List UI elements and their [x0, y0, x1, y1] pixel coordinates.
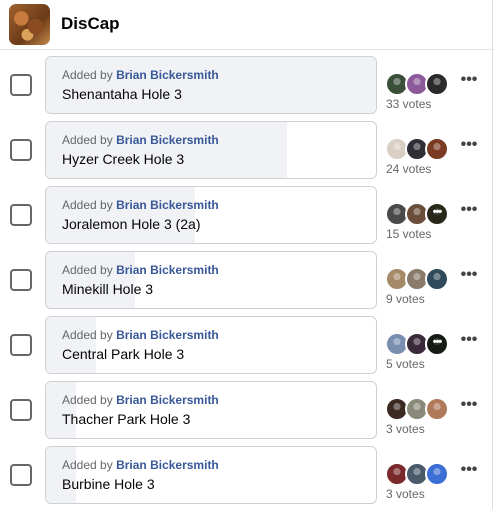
vote-checkbox[interactable]: [10, 74, 32, 96]
added-by-prefix: Added by: [62, 198, 113, 212]
more-options-icon[interactable]: •••: [458, 267, 480, 284]
vote-share-bar: [46, 447, 76, 503]
voter-avatar[interactable]: [425, 72, 449, 96]
option-label: Joralemon Hole 3 (2a): [62, 216, 201, 232]
more-options-icon[interactable]: •••: [458, 72, 480, 89]
poll-option[interactable]: Added by Brian Bickersmith Shenantaha Ho…: [45, 56, 377, 114]
added-by-line: Added by Brian Bickersmith: [62, 328, 219, 342]
poll-option-row: Added by Brian Bickersmith Joralemon Hol…: [0, 186, 494, 244]
group-icon[interactable]: [9, 4, 50, 45]
voter-avatars[interactable]: [385, 267, 451, 291]
added-by-prefix: Added by: [62, 328, 113, 342]
more-voters-overlay[interactable]: •••: [425, 332, 449, 356]
poll-option-row: Added by Brian Bickersmith Shenantaha Ho…: [0, 56, 494, 114]
vote-count[interactable]: 3 votes: [386, 422, 425, 436]
poll-option[interactable]: Added by Brian Bickersmith Hyzer Creek H…: [45, 121, 377, 179]
option-label: Hyzer Creek Hole 3: [62, 151, 185, 167]
added-by-line: Added by Brian Bickersmith: [62, 133, 219, 147]
vote-checkbox[interactable]: [10, 399, 32, 421]
author-link[interactable]: Brian Bickersmith: [116, 68, 219, 82]
option-label: Minekill Hole 3: [62, 281, 154, 297]
author-link[interactable]: Brian Bickersmith: [116, 263, 219, 277]
added-by-line: Added by Brian Bickersmith: [62, 458, 219, 472]
author-link[interactable]: Brian Bickersmith: [116, 198, 219, 212]
option-label: Shenantaha Hole 3: [62, 86, 182, 102]
vote-checkbox[interactable]: [10, 269, 32, 291]
vote-count[interactable]: 3 votes: [386, 487, 425, 501]
added-by-line: Added by Brian Bickersmith: [62, 68, 219, 82]
group-header: DisCap: [0, 0, 494, 50]
voter-avatars[interactable]: •••: [385, 202, 451, 226]
more-options-icon[interactable]: •••: [458, 332, 480, 349]
more-voters-overlay[interactable]: •••: [425, 202, 449, 226]
vote-share-bar: [46, 122, 287, 178]
added-by-prefix: Added by: [62, 133, 113, 147]
option-label: Burbine Hole 3: [62, 476, 155, 492]
added-by-line: Added by Brian Bickersmith: [62, 263, 219, 277]
vote-count[interactable]: 24 votes: [386, 162, 431, 176]
voter-avatar[interactable]: [425, 137, 449, 161]
author-link[interactable]: Brian Bickersmith: [116, 133, 219, 147]
added-by-prefix: Added by: [62, 263, 113, 277]
option-label: Thacher Park Hole 3: [62, 411, 191, 427]
poll-option[interactable]: Added by Brian Bickersmith Burbine Hole …: [45, 446, 377, 504]
added-by-prefix: Added by: [62, 458, 113, 472]
vote-count[interactable]: 9 votes: [386, 292, 425, 306]
vote-share-bar: [46, 382, 76, 438]
voter-avatars[interactable]: [385, 462, 451, 486]
more-options-icon[interactable]: •••: [458, 397, 480, 414]
voter-avatar[interactable]: [425, 267, 449, 291]
poll-option-row: Added by Brian Bickersmith Burbine Hole …: [0, 446, 494, 504]
more-options-icon[interactable]: •••: [458, 202, 480, 219]
vote-share-bar: [46, 187, 195, 243]
added-by-prefix: Added by: [62, 68, 113, 82]
poll-option-row: Added by Brian Bickersmith Thacher Park …: [0, 381, 494, 439]
author-link[interactable]: Brian Bickersmith: [116, 393, 219, 407]
vote-count[interactable]: 15 votes: [386, 227, 431, 241]
poll-option-row: Added by Brian Bickersmith Central Park …: [0, 316, 494, 374]
voter-avatars[interactable]: •••: [385, 332, 451, 356]
author-link[interactable]: Brian Bickersmith: [116, 328, 219, 342]
poll-option-row: Added by Brian Bickersmith Minekill Hole…: [0, 251, 494, 309]
poll-option[interactable]: Added by Brian Bickersmith Joralemon Hol…: [45, 186, 377, 244]
voter-avatars[interactable]: [385, 397, 451, 421]
voter-avatars[interactable]: [385, 137, 451, 161]
vote-count[interactable]: 33 votes: [386, 97, 431, 111]
voter-avatar[interactable]: [425, 462, 449, 486]
added-by-line: Added by Brian Bickersmith: [62, 198, 219, 212]
vote-share-bar: [46, 317, 96, 373]
vote-checkbox[interactable]: [10, 139, 32, 161]
author-link[interactable]: Brian Bickersmith: [116, 458, 219, 472]
vote-checkbox[interactable]: [10, 334, 32, 356]
more-options-icon[interactable]: •••: [458, 137, 480, 154]
vote-share-bar: [46, 57, 376, 113]
added-by-line: Added by Brian Bickersmith: [62, 393, 219, 407]
vote-count[interactable]: 5 votes: [386, 357, 425, 371]
vote-checkbox[interactable]: [10, 464, 32, 486]
more-options-icon[interactable]: •••: [458, 462, 480, 479]
vote-share-bar: [46, 252, 135, 308]
poll-option[interactable]: Added by Brian Bickersmith Minekill Hole…: [45, 251, 377, 309]
poll-option-row: Added by Brian Bickersmith Hyzer Creek H…: [0, 121, 494, 179]
added-by-prefix: Added by: [62, 393, 113, 407]
poll-option[interactable]: Added by Brian Bickersmith Central Park …: [45, 316, 377, 374]
vote-checkbox[interactable]: [10, 204, 32, 226]
option-label: Central Park Hole 3: [62, 346, 185, 362]
voter-avatars[interactable]: [385, 72, 451, 96]
poll-option[interactable]: Added by Brian Bickersmith Thacher Park …: [45, 381, 377, 439]
voter-avatar[interactable]: [425, 397, 449, 421]
group-name[interactable]: DisCap: [61, 14, 120, 34]
